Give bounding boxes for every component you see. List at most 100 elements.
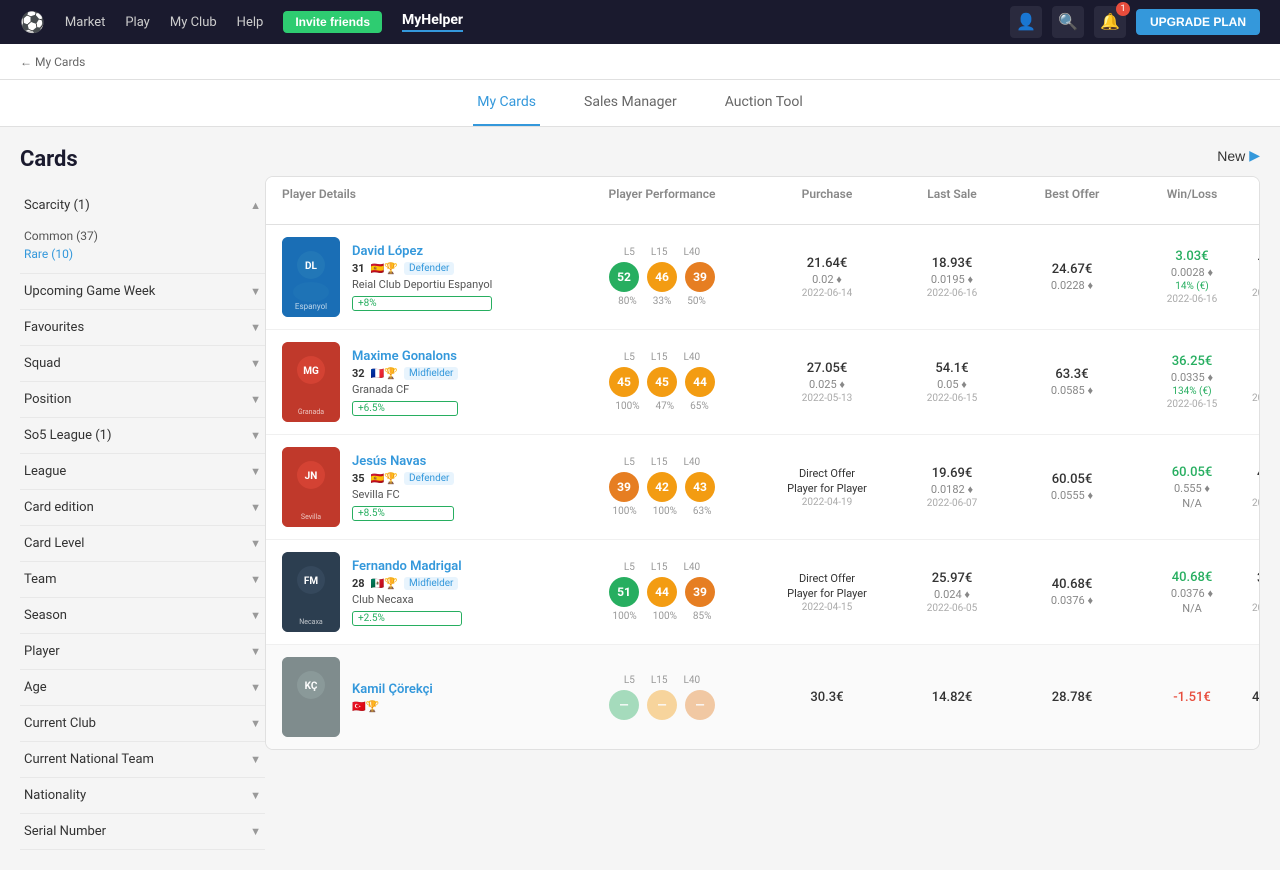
perf-cell-corekci: L5 L15 L40 — — — [562, 675, 762, 720]
perf-cell-david-lopez: L5 L15 L40 52 46 39 80% 33% 50% [562, 247, 762, 307]
nav-myhelper[interactable]: MyHelper [402, 12, 463, 32]
purchase-date: 2022-06-14 [802, 288, 853, 299]
peaks-label: Peaks [1252, 187, 1260, 201]
search-button[interactable]: 🔍 [1052, 6, 1084, 38]
filter-card-level-label: Card Level [24, 536, 84, 551]
chevron-down-icon-15: ▼ [250, 789, 261, 802]
player-card-madrigal[interactable]: FM Necaxa [282, 552, 340, 632]
player-name-navas[interactable]: Jesús Navas [352, 454, 454, 469]
chevron-up-icon: ▲ [250, 199, 261, 212]
th-purchase: Purchase [762, 187, 892, 214]
filter-player: Player ▼ [20, 634, 265, 670]
filter-card-edition: Card edition ▼ [20, 490, 265, 526]
invite-friends-button[interactable]: Invite friends [283, 11, 382, 33]
notification-badge: 1 [1116, 2, 1130, 16]
player-card-navas[interactable]: JN Sevilla [282, 447, 340, 527]
filter-so5-league: So5 League (1) ▼ [20, 418, 265, 454]
filter-card-level-header[interactable]: Card Level ▼ [20, 526, 265, 561]
new-button[interactable]: New ▶ [1217, 147, 1260, 164]
filter-team-header[interactable]: Team ▼ [20, 562, 265, 597]
filter-upcoming-header[interactable]: Upcoming Game Week ▼ [20, 274, 265, 309]
filter-favourites: Favourites ▼ [20, 310, 265, 346]
filter-nationality-header[interactable]: Nationality ▼ [20, 778, 265, 813]
last-sale-date: 2022-06-16 [927, 288, 978, 299]
player-info-gonalons: Maxime Gonalons 32 🇫🇷🏆 Midfielder Granad… [352, 349, 458, 416]
last-sale-cell-corekci: 14.82€ [892, 690, 1012, 705]
svg-text:Necaxa: Necaxa [299, 618, 323, 626]
filter-age-header[interactable]: Age ▼ [20, 670, 265, 705]
player-name-gonalons[interactable]: Maxime Gonalons [352, 349, 458, 364]
perf-cell-gonalons: L5 L15 L40 45 45 44 100% 47% 65% [562, 352, 762, 412]
table-row: MG Granada Maxime Gonalons 32 🇫🇷🏆 Midfie… [266, 330, 1259, 435]
position-badge-david-lopez: Defender [404, 262, 454, 275]
nav-play[interactable]: Play [125, 15, 150, 30]
tab-auction-tool[interactable]: Auction Tool [721, 80, 807, 126]
nav-help[interactable]: Help [237, 15, 264, 30]
perf-pcts-david-lopez: 80% 33% 50% [618, 296, 706, 307]
filter-league-label: League [24, 464, 66, 479]
peaks-cell-corekci: 40.03€ 121.4€ [1252, 690, 1260, 705]
main-content: Cards Scarcity (1) ▲ Common (37) Rare (1… [0, 127, 1280, 870]
player-card-gonalons[interactable]: MG Granada [282, 342, 340, 422]
filter-nationality-label: Nationality [24, 788, 86, 803]
perf-scores-david-lopez: 52 46 39 [609, 262, 715, 292]
chevron-down-icon-2: ▼ [250, 321, 261, 334]
tab-my-cards[interactable]: My Cards [473, 80, 540, 126]
peaks-cell-navas: 45.23€ 0.042 ♦ 2022-03-24 91.64€ 0.085 ♦… [1252, 466, 1260, 509]
nav-market[interactable]: Market [65, 15, 105, 30]
filter-current-club: Current Club ▼ [20, 706, 265, 742]
filter-scarcity-header[interactable]: Scarcity (1) ▲ [20, 188, 265, 223]
cards-table: Player Details Player Performance Purcha… [265, 176, 1260, 750]
nav-my-club[interactable]: My Club [170, 15, 217, 30]
filter-league-header[interactable]: League ▼ [20, 454, 265, 489]
avatar-button[interactable]: 👤 [1010, 6, 1042, 38]
filter-team-label: Team [24, 572, 57, 587]
filter-common[interactable]: Common (37) [24, 227, 261, 245]
pct-l5: 80% [618, 296, 637, 307]
svg-text:MG: MG [303, 366, 319, 377]
player-card-corekci[interactable]: KÇ [282, 657, 340, 737]
svg-text:Granada: Granada [298, 408, 324, 416]
purchase-price: 21.64€ [807, 256, 848, 271]
filter-squad-header[interactable]: Squad ▼ [20, 346, 265, 381]
tab-sales-manager[interactable]: Sales Manager [580, 80, 681, 126]
player-info-david-lopez: David López 31 🇪🇸🏆 Defender Reial Club D… [352, 244, 492, 311]
filter-season-header[interactable]: Season ▼ [20, 598, 265, 633]
last-sale-cell-gonalons: 54.1€ 0.05 ♦ 2022-06-15 [892, 361, 1012, 404]
player-name-corekci[interactable]: Kamil Çörekçi [352, 682, 433, 697]
notification-bell[interactable]: 🔔 1 [1094, 6, 1126, 38]
filter-player-header[interactable]: Player ▼ [20, 634, 265, 669]
filter-national-team-header[interactable]: Current National Team ▼ [20, 742, 265, 777]
svg-text:Espanyol: Espanyol [295, 302, 327, 311]
filter-serial-number-header[interactable]: Serial Number ▼ [20, 814, 265, 849]
page-title: Cards [20, 147, 265, 172]
player-card-svg-2: MG Granada [282, 342, 340, 422]
filter-current-club-label: Current Club [24, 716, 96, 731]
perf-cell-madrigal: L5 L15 L40 51 44 39 100% 100% 85% [562, 562, 762, 622]
filter-rare[interactable]: Rare (10) [24, 245, 261, 263]
upgrade-plan-button[interactable]: UPGRADE PLAN [1136, 9, 1260, 35]
best-offer-eth: 0.0228 ♦ [1051, 279, 1093, 292]
player-meta-david-lopez: 31 🇪🇸🏆 Defender [352, 262, 492, 275]
player-meta-gonalons: 32 🇫🇷🏆 Midfielder [352, 367, 458, 380]
filter-position-header[interactable]: Position ▼ [20, 382, 265, 417]
filter-card-edition-header[interactable]: Card edition ▼ [20, 490, 265, 525]
filter-favourites-header[interactable]: Favourites ▼ [20, 310, 265, 345]
player-name-madrigal[interactable]: Fernando Madrigal [352, 559, 462, 574]
filter-age: Age ▼ [20, 670, 265, 706]
player-cell-madrigal: FM Necaxa Fernando Madrigal 28 🇲🇽🏆 Midfi… [282, 552, 562, 632]
breadcrumb-1[interactable]: ← My Cards [20, 55, 85, 69]
filter-current-club-header[interactable]: Current Club ▼ [20, 706, 265, 741]
filter-so5-header[interactable]: So5 League (1) ▼ [20, 418, 265, 453]
win-loss-cell-madrigal: 40.68€ 0.0376 ♦ N/A [1132, 570, 1252, 615]
player-meta-navas: 35 🇪🇸🏆 Defender [352, 472, 454, 485]
filter-player-label: Player [24, 644, 60, 659]
filter-card-edition-label: Card edition [24, 500, 94, 515]
sidebar-filters: Cards Scarcity (1) ▲ Common (37) Rare (1… [20, 147, 265, 850]
filter-scarcity: Scarcity (1) ▲ Common (37) Rare (10) [20, 188, 265, 274]
player-card-david-lopez[interactable]: DL Espanyol [282, 237, 340, 317]
player-name-david-lopez[interactable]: David López [352, 244, 492, 259]
filter-so5-label: So5 League (1) [24, 428, 112, 443]
new-button-row: New ▶ [265, 147, 1260, 164]
best-offer-price: 24.67€ [1052, 262, 1093, 277]
